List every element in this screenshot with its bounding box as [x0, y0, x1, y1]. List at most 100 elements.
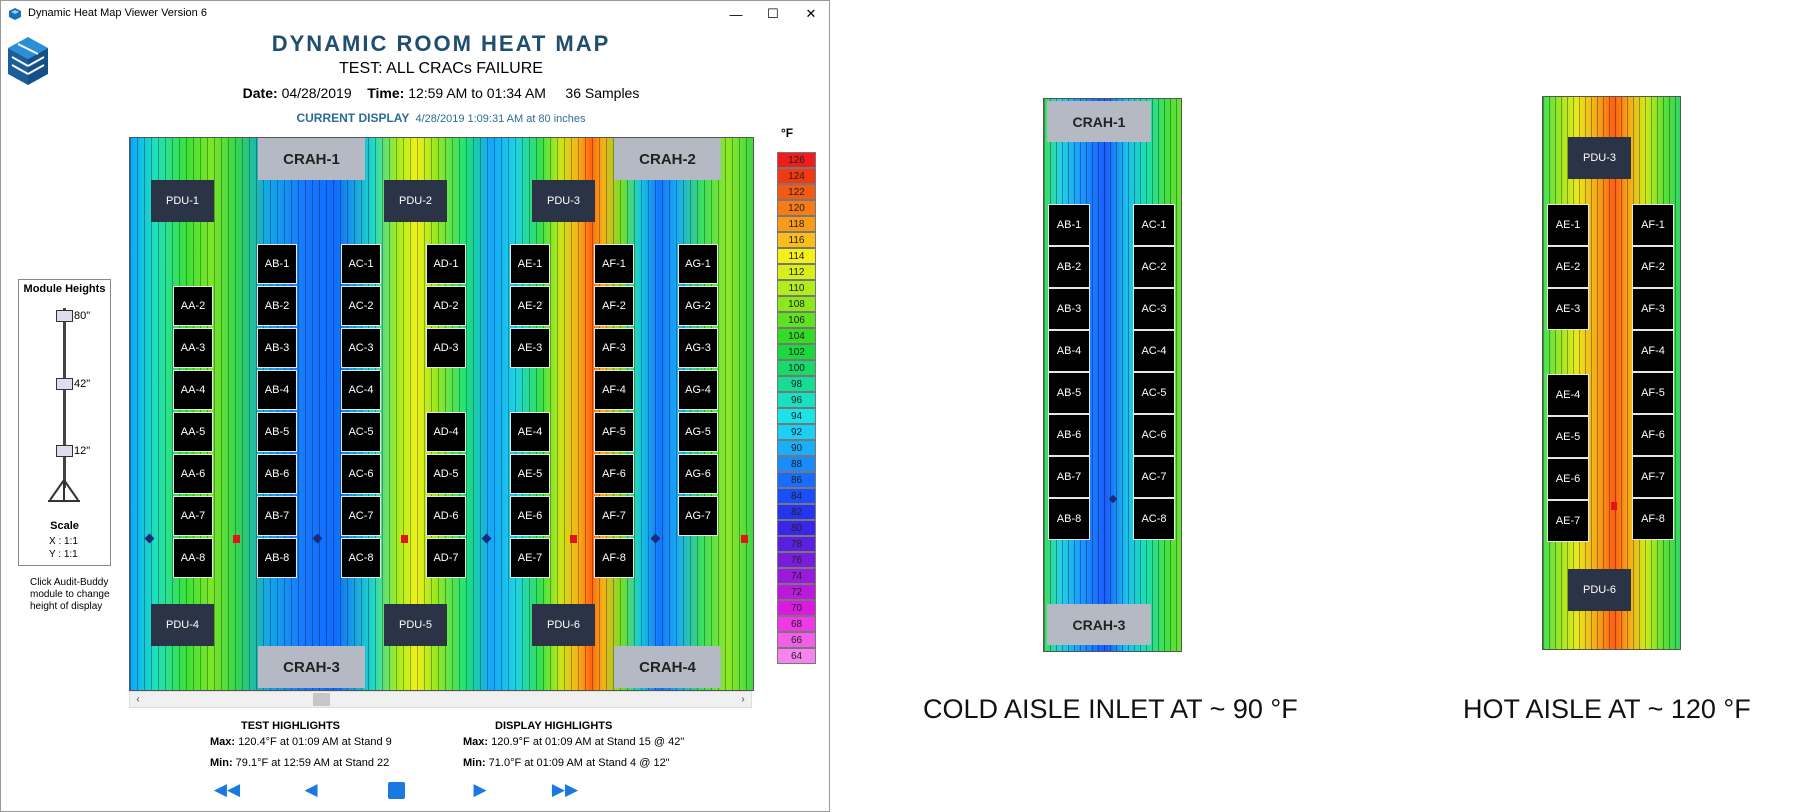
rack-ae-7[interactable]: AE-7: [1547, 500, 1589, 542]
rack-ad-1[interactable]: AD-1: [426, 244, 466, 284]
fast-forward-button[interactable]: ▶▶: [552, 778, 578, 802]
rack-af-2[interactable]: AF-2: [594, 286, 634, 326]
rack-af-4[interactable]: AF-4: [1632, 330, 1674, 372]
rack-ac-3[interactable]: AC-3: [341, 328, 381, 368]
rack-ae-6[interactable]: AE-6: [1547, 458, 1589, 500]
rack-ab-4[interactable]: AB-4: [257, 370, 297, 410]
rack-ac-8[interactable]: AC-8: [341, 538, 381, 578]
rack-ac-6[interactable]: AC-6: [341, 454, 381, 494]
pdu-6[interactable]: PDU-6: [532, 604, 595, 646]
sensor-marker-hot[interactable]: [570, 535, 577, 543]
rack-ab-7[interactable]: AB-7: [257, 496, 297, 536]
rack-ac-5[interactable]: AC-5: [341, 412, 381, 452]
rack-ac-5[interactable]: AC-5: [1133, 372, 1175, 414]
rewind-button[interactable]: ◀◀: [214, 778, 240, 802]
crah-1[interactable]: CRAH-1: [258, 138, 365, 180]
hot-aisle-pdu-top[interactable]: PDU-3: [1568, 137, 1631, 179]
scroll-left-arrow-icon[interactable]: ‹: [130, 692, 146, 707]
rack-ad-3[interactable]: AD-3: [426, 328, 466, 368]
rack-ag-2[interactable]: AG-2: [678, 286, 718, 326]
rack-ae-4[interactable]: AE-4: [510, 412, 550, 452]
rack-ab-1[interactable]: AB-1: [1048, 204, 1090, 246]
rack-ac-1[interactable]: AC-1: [1133, 204, 1175, 246]
rack-ab-8[interactable]: AB-8: [257, 538, 297, 578]
rack-ae-5[interactable]: AE-5: [510, 454, 550, 494]
rack-af-7[interactable]: AF-7: [594, 496, 634, 536]
rack-af-8[interactable]: AF-8: [1632, 498, 1674, 540]
rack-ad-6[interactable]: AD-6: [426, 496, 466, 536]
rack-aa-6[interactable]: AA-6: [173, 454, 213, 494]
rack-aa-2[interactable]: AA-2: [173, 286, 213, 326]
rack-ab-5[interactable]: AB-5: [1048, 372, 1090, 414]
rack-ag-6[interactable]: AG-6: [678, 454, 718, 494]
scroll-thumb[interactable]: [313, 693, 330, 706]
rack-aa-8[interactable]: AA-8: [173, 538, 213, 578]
sensor-marker-hot[interactable]: [401, 535, 408, 543]
rack-ac-4[interactable]: AC-4: [341, 370, 381, 410]
rack-af-1[interactable]: AF-1: [1632, 204, 1674, 246]
pdu-5[interactable]: PDU-5: [384, 604, 447, 646]
rack-ag-1[interactable]: AG-1: [678, 244, 718, 284]
rack-ab-8[interactable]: AB-8: [1048, 498, 1090, 540]
rack-ac-2[interactable]: AC-2: [341, 286, 381, 326]
rack-af-5[interactable]: AF-5: [594, 412, 634, 452]
module-42-button[interactable]: [56, 378, 73, 390]
rack-af-2[interactable]: AF-2: [1632, 246, 1674, 288]
rack-ad-2[interactable]: AD-2: [426, 286, 466, 326]
rack-ae-4[interactable]: AE-4: [1547, 374, 1589, 416]
horizontal-scrollbar[interactable]: ‹ ›: [129, 691, 752, 708]
sensor-marker-hot[interactable]: [233, 535, 240, 543]
rack-ae-5[interactable]: AE-5: [1547, 416, 1589, 458]
rack-ab-3[interactable]: AB-3: [1048, 288, 1090, 330]
rack-ab-1[interactable]: AB-1: [257, 244, 297, 284]
rack-aa-5[interactable]: AA-5: [173, 412, 213, 452]
rack-ag-3[interactable]: AG-3: [678, 328, 718, 368]
rack-ab-5[interactable]: AB-5: [257, 412, 297, 452]
rack-ae-2[interactable]: AE-2: [1547, 246, 1589, 288]
cold-aisle-crah-top[interactable]: CRAH-1: [1047, 101, 1151, 142]
previous-button[interactable]: ◀: [298, 778, 324, 802]
sensor-marker-hot[interactable]: [1611, 502, 1617, 510]
pdu-1[interactable]: PDU-1: [151, 180, 214, 222]
rack-ae-1[interactable]: AE-1: [1547, 204, 1589, 246]
rack-ac-3[interactable]: AC-3: [1133, 288, 1175, 330]
rack-aa-3[interactable]: AA-3: [173, 328, 213, 368]
scroll-right-arrow-icon[interactable]: ›: [735, 692, 751, 707]
cold-aisle-crah-bottom[interactable]: CRAH-3: [1047, 604, 1151, 645]
rack-ac-1[interactable]: AC-1: [341, 244, 381, 284]
rack-aa-7[interactable]: AA-7: [173, 496, 213, 536]
rack-ac-6[interactable]: AC-6: [1133, 414, 1175, 456]
rack-af-1[interactable]: AF-1: [594, 244, 634, 284]
minimize-button[interactable]: —: [715, 1, 757, 27]
rack-ae-1[interactable]: AE-1: [510, 244, 550, 284]
crah-4[interactable]: CRAH-4: [614, 646, 721, 688]
rack-ae-7[interactable]: AE-7: [510, 538, 550, 578]
rack-ag-4[interactable]: AG-4: [678, 370, 718, 410]
module-12-button[interactable]: [56, 445, 73, 457]
rack-af-3[interactable]: AF-3: [1632, 288, 1674, 330]
rack-af-4[interactable]: AF-4: [594, 370, 634, 410]
crah-3[interactable]: CRAH-3: [258, 646, 365, 688]
rack-ab-7[interactable]: AB-7: [1048, 456, 1090, 498]
hot-aisle-pdu-bottom[interactable]: PDU-6: [1568, 569, 1631, 611]
rack-af-6[interactable]: AF-6: [594, 454, 634, 494]
rack-ad-5[interactable]: AD-5: [426, 454, 466, 494]
maximize-button[interactable]: ☐: [752, 1, 794, 27]
next-button[interactable]: ▶: [467, 778, 493, 802]
rack-aa-4[interactable]: AA-4: [173, 370, 213, 410]
rack-ab-2[interactable]: AB-2: [257, 286, 297, 326]
rack-ae-6[interactable]: AE-6: [510, 496, 550, 536]
rack-af-3[interactable]: AF-3: [594, 328, 634, 368]
sensor-marker-hot[interactable]: [741, 535, 748, 543]
rack-ad-7[interactable]: AD-7: [426, 538, 466, 578]
rack-ab-3[interactable]: AB-3: [257, 328, 297, 368]
rack-ag-5[interactable]: AG-5: [678, 412, 718, 452]
module-80-button[interactable]: [56, 310, 73, 322]
rack-ae-3[interactable]: AE-3: [1547, 288, 1589, 330]
stop-button[interactable]: [388, 782, 405, 799]
rack-af-5[interactable]: AF-5: [1632, 372, 1674, 414]
pdu-3[interactable]: PDU-3: [532, 180, 595, 222]
heat-map[interactable]: CRAH-1 CRAH-2 CRAH-3 CRAH-4 PDU-1 PDU-2 …: [129, 137, 754, 691]
rack-ac-8[interactable]: AC-8: [1133, 498, 1175, 540]
pdu-2[interactable]: PDU-2: [384, 180, 447, 222]
